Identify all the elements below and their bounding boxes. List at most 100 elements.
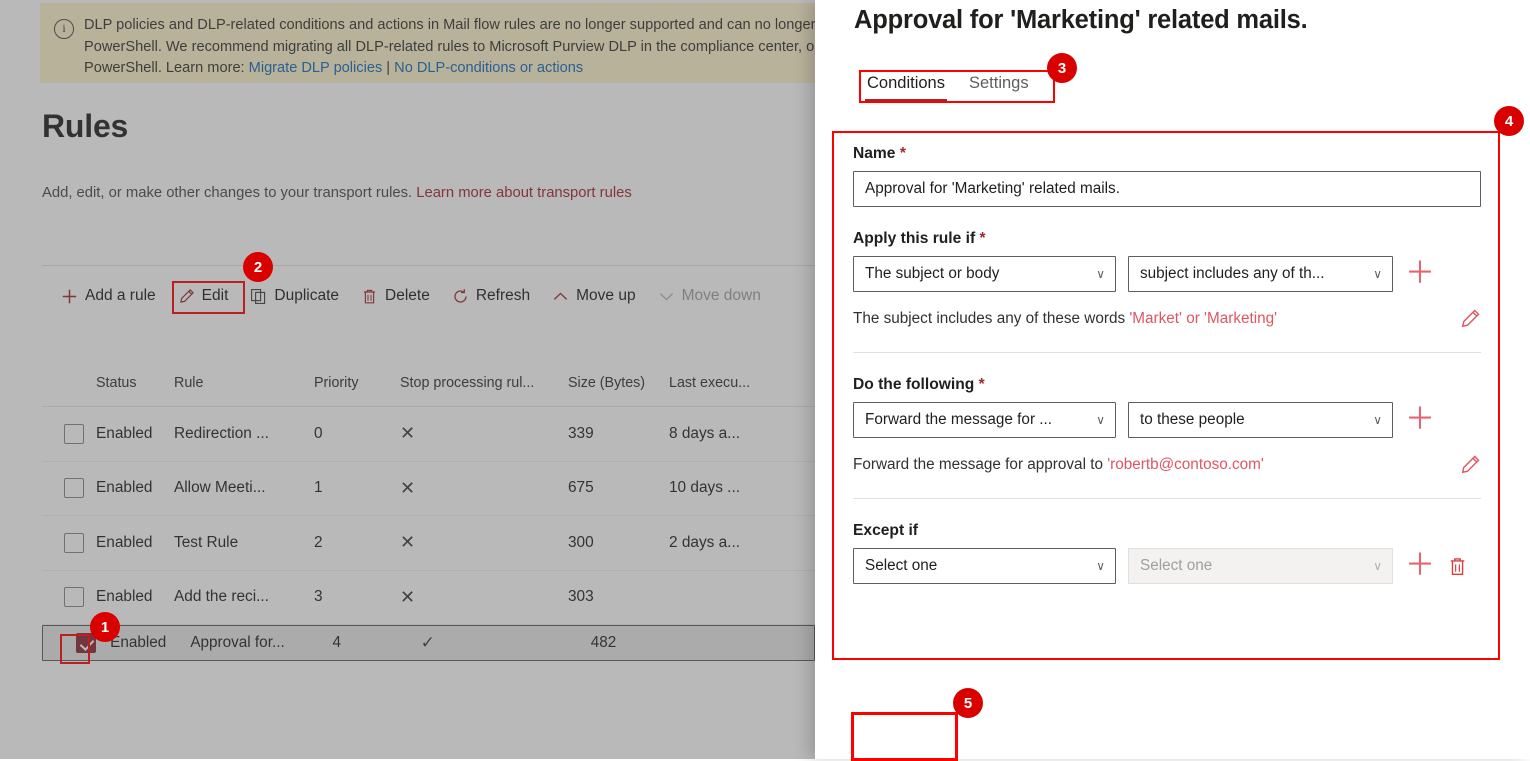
except-if-condition-value: Select one — [865, 557, 938, 574]
cell-last-execution: 2 days a... — [669, 533, 741, 551]
move-down-label: Move down — [681, 287, 761, 304]
migrate-dlp-policies-link[interactable]: Migrate DLP policies — [249, 60, 383, 76]
row-checkbox-cell[interactable] — [42, 587, 96, 608]
no-dlp-conditions-link[interactable]: No DLP-conditions or actions — [394, 60, 583, 76]
except-if-controls: Select one ∨ Select one ∨ ＋ — [853, 548, 1481, 584]
name-label-text: Name — [853, 145, 896, 162]
edit-condition-pencil-icon[interactable] — [1459, 308, 1481, 330]
cell-status: Enabled — [96, 479, 153, 497]
add-a-rule-label: Add a rule — [85, 287, 156, 304]
cell-rule: Approval for... — [190, 634, 285, 651]
column-header-last-execution[interactable]: Last execu... — [669, 375, 779, 391]
column-header-rule[interactable]: Rule — [174, 375, 314, 391]
do-following-target-select[interactable]: to these people ∨ — [1128, 402, 1393, 438]
banner-separator: | — [382, 60, 395, 76]
move-up-button[interactable]: Move up — [541, 281, 646, 311]
command-toolbar: Add a rule Edit Duplicate Delete Refresh — [50, 281, 772, 311]
delete-label: Delete — [385, 287, 430, 304]
apply-if-controls: The subject or body ∨ subject includes a… — [853, 256, 1481, 292]
flyout-title: Approval for 'Marketing' related mails. — [854, 6, 1308, 34]
apply-if-operator-value: subject includes any of th... — [1140, 265, 1325, 282]
apply-if-required-marker: * — [979, 230, 986, 247]
section-divider — [853, 498, 1481, 499]
cell-rule: Test Rule — [174, 533, 239, 551]
dlp-info-banner: i DLP policies and DLP-related condition… — [40, 3, 815, 83]
chevron-down-icon: ∨ — [1373, 413, 1382, 427]
tabs-highlight — [859, 70, 1055, 103]
page-subtitle: Add, edit, or make other changes to your… — [42, 185, 632, 201]
cell-rule: Allow Meeti... — [174, 479, 266, 497]
move-down-button: Move down — [647, 281, 772, 311]
name-input[interactable] — [853, 171, 1481, 207]
cell-stop-processing: ✓ — [420, 633, 435, 653]
info-icon: i — [54, 19, 74, 39]
cell-size: 300 — [568, 533, 594, 551]
move-up-label: Move up — [576, 287, 636, 304]
save-button-highlight — [851, 712, 958, 761]
step-badge-3: 3 — [1047, 53, 1077, 83]
add-exception-button[interactable]: ＋ — [1405, 551, 1435, 581]
cell-stop-processing: ✕ — [400, 586, 416, 608]
delete-exception-trash-icon[interactable] — [1447, 556, 1468, 577]
learn-more-transport-rules-link[interactable]: Learn more about transport rules — [416, 185, 632, 201]
refresh-button[interactable]: Refresh — [441, 281, 541, 311]
do-following-action-value: Forward the message for ... — [865, 411, 1053, 428]
except-if-condition-select[interactable]: Select one ∨ — [853, 548, 1116, 584]
cell-last-execution: 8 days a... — [669, 424, 741, 442]
cell-last-execution: 10 days ... — [669, 479, 741, 497]
chevron-down-icon: ∨ — [1096, 413, 1105, 427]
apply-if-operator-select[interactable]: subject includes any of th... ∨ — [1128, 256, 1393, 292]
step-badge-1: 1 — [90, 612, 120, 642]
chevron-down-icon: ∨ — [1373, 559, 1382, 573]
step-badge-2: 2 — [243, 252, 273, 282]
table-row[interactable]: Enabled Allow Meeti... 1 ✕ 675 10 days .… — [42, 462, 815, 516]
table-row[interactable]: Enabled Redirection ... 0 ✕ 339 8 days a… — [42, 407, 815, 462]
column-header-status[interactable]: Status — [96, 375, 174, 391]
cell-priority: 0 — [314, 424, 323, 442]
table-row[interactable]: Enabled Add the reci... 3 ✕ 303 — [42, 571, 815, 625]
add-condition-button[interactable]: ＋ — [1405, 259, 1435, 289]
column-header-size[interactable]: Size (Bytes) — [568, 375, 669, 391]
cell-rule: Redirection ... — [174, 424, 269, 442]
duplicate-label: Duplicate — [274, 287, 340, 304]
chevron-up-icon — [552, 288, 569, 305]
do-following-controls: Forward the message for ... ∨ to these p… — [853, 402, 1481, 438]
do-following-action-select[interactable]: Forward the message for ... ∨ — [853, 402, 1116, 438]
row-checkbox-highlight — [60, 634, 90, 664]
apply-if-label: Apply this rule if * — [853, 230, 1481, 248]
add-a-rule-button[interactable]: Add a rule — [50, 281, 167, 311]
row-checkbox-cell[interactable] — [42, 423, 96, 444]
do-following-target-value: to these people — [1140, 411, 1245, 428]
do-following-label: Do the following * — [853, 376, 1481, 394]
do-following-description: Forward the message for approval to 'rob… — [853, 456, 1264, 474]
chevron-down-icon: ∨ — [1096, 267, 1105, 281]
chevron-down-icon: ∨ — [1373, 267, 1382, 281]
rules-page-background: i DLP policies and DLP-related condition… — [0, 0, 815, 759]
row-checkbox[interactable] — [64, 587, 84, 608]
delete-button[interactable]: Delete — [350, 281, 441, 311]
except-if-label: Except if — [853, 522, 1481, 540]
row-checkbox[interactable] — [64, 423, 84, 444]
row-checkbox-cell[interactable] — [42, 478, 96, 499]
chevron-down-icon: ∨ — [1096, 559, 1105, 573]
table-row[interactable]: Enabled Test Rule 2 ✕ 300 2 days a... — [42, 516, 815, 571]
table-row[interactable]: Enabled Approval for... 4 ✓ 482 — [42, 625, 815, 661]
duplicate-button[interactable]: Duplicate — [239, 281, 350, 311]
column-header-stop-processing[interactable]: Stop processing rul... — [400, 375, 568, 391]
cell-priority: 2 — [314, 533, 323, 551]
apply-if-condition-select[interactable]: The subject or body ∨ — [853, 256, 1116, 292]
row-checkbox-cell[interactable] — [42, 532, 96, 553]
refresh-label: Refresh — [475, 287, 531, 304]
name-field-label: Name * — [853, 145, 1481, 163]
edit-action-pencil-icon[interactable] — [1459, 454, 1481, 476]
cell-rule: Add the reci... — [174, 588, 269, 606]
page-subtitle-text: Add, edit, or make other changes to your… — [42, 185, 417, 201]
refresh-icon — [452, 288, 469, 305]
row-checkbox[interactable] — [64, 532, 84, 553]
cell-size: 339 — [568, 424, 594, 442]
do-following-label-text: Do the following — [853, 376, 975, 393]
cell-priority: 3 — [314, 588, 323, 606]
add-action-button[interactable]: ＋ — [1405, 405, 1435, 435]
row-checkbox[interactable] — [64, 478, 84, 499]
column-header-priority[interactable]: Priority — [314, 375, 400, 391]
